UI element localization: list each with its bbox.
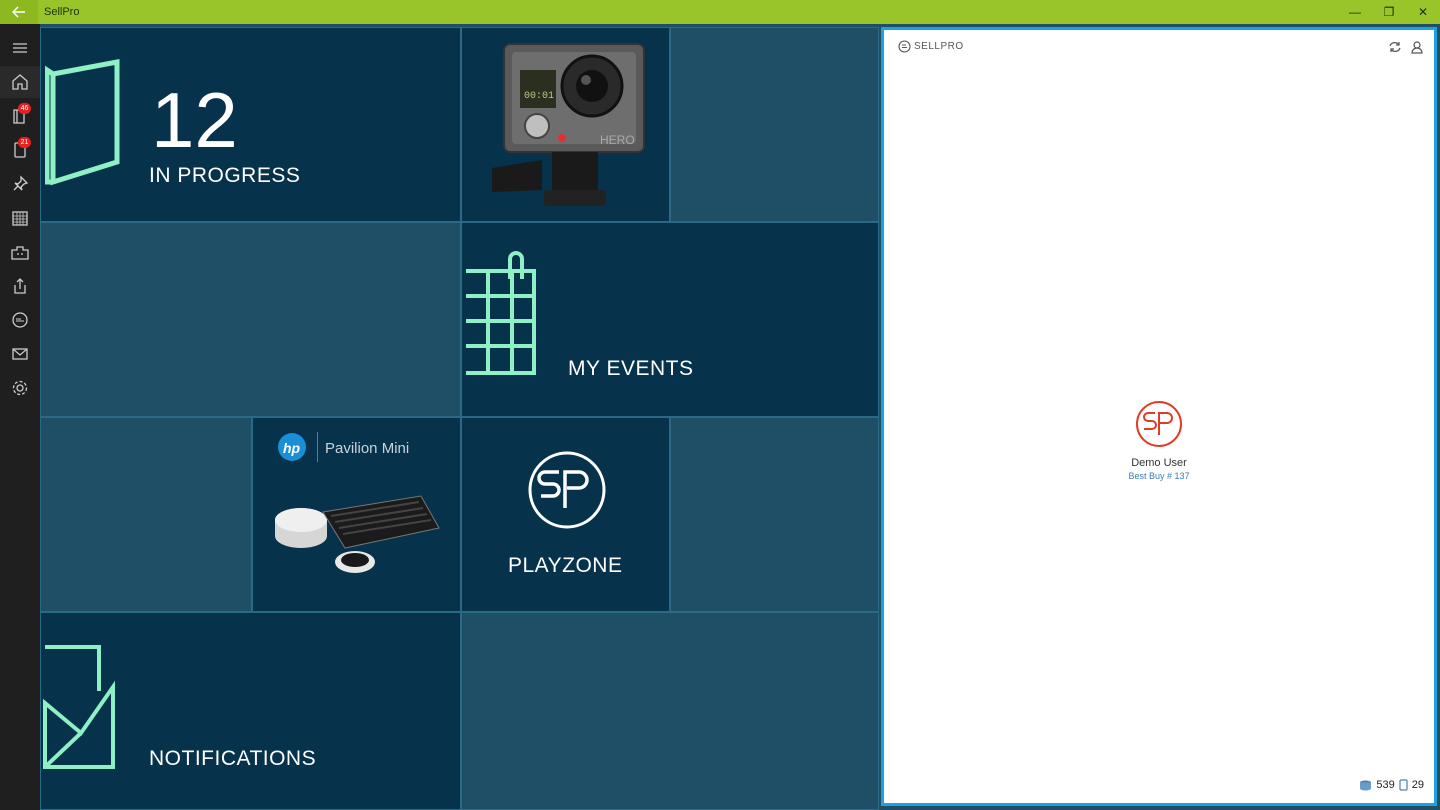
gear-icon bbox=[12, 380, 28, 396]
sidebar-item-store[interactable] bbox=[0, 236, 40, 268]
camera-screen-text: 00:01 bbox=[524, 91, 554, 102]
camera-brand-text: HERO bbox=[600, 133, 635, 147]
mini-pc-image bbox=[275, 495, 440, 573]
sidebar-item-share[interactable] bbox=[0, 270, 40, 302]
tile-hp-product[interactable]: hp Pavilion Mini bbox=[252, 417, 461, 612]
tile-notifications[interactable]: NOTIFICATIONS bbox=[40, 612, 461, 810]
sidebar-item-pinned[interactable] bbox=[0, 168, 40, 200]
devices-badge: 21 bbox=[18, 137, 31, 148]
tile-empty-5 bbox=[461, 612, 879, 810]
back-arrow-icon bbox=[12, 6, 25, 18]
hp-product-name: Pavilion Mini bbox=[325, 440, 410, 457]
pin-icon bbox=[13, 175, 29, 191]
user-store: Best Buy # 137 bbox=[1128, 471, 1190, 481]
sync-icon[interactable] bbox=[1388, 40, 1402, 54]
sidebar-item-sellpro[interactable] bbox=[0, 304, 40, 336]
title-bar: SellPro — ❐ ✕ bbox=[0, 0, 1440, 24]
sidebar-item-mail[interactable] bbox=[0, 338, 40, 370]
tile-empty-3 bbox=[40, 417, 252, 612]
database-icon bbox=[1360, 780, 1372, 790]
sellpro-small-icon bbox=[898, 40, 911, 53]
notifications-label: NOTIFICATIONS bbox=[149, 747, 317, 770]
sidebar: 46 21 bbox=[0, 24, 40, 810]
in-progress-count: 12 bbox=[151, 76, 238, 164]
user-name: Demo User bbox=[1131, 457, 1187, 469]
playzone-label: PLAYZONE bbox=[508, 554, 623, 577]
tile-camera-product[interactable]: 00:01 HERO bbox=[461, 27, 670, 222]
stats-bar: 539 29 bbox=[1359, 779, 1424, 791]
user-block[interactable]: Demo User Best Buy # 137 bbox=[884, 400, 1434, 481]
panel-logo-text: SELLPRO bbox=[914, 41, 964, 52]
hamburger-icon bbox=[13, 43, 27, 53]
store-icon bbox=[11, 246, 29, 260]
tile-playzone[interactable]: PLAYZONE bbox=[461, 417, 670, 612]
tile-empty-1 bbox=[670, 27, 879, 222]
sidebar-item-home[interactable] bbox=[0, 66, 40, 98]
profile-panel: SELLPRO Demo User Best Buy # 137 539 29 bbox=[881, 27, 1437, 806]
calendar-icon bbox=[466, 251, 536, 375]
user-icon[interactable] bbox=[1410, 40, 1424, 54]
library-badge: 46 bbox=[18, 103, 31, 114]
tile-in-progress[interactable]: 12 IN PROGRESS bbox=[40, 27, 461, 222]
close-button[interactable]: ✕ bbox=[1406, 0, 1440, 24]
sidebar-item-settings[interactable] bbox=[0, 372, 40, 404]
sidebar-item-calendar[interactable] bbox=[0, 202, 40, 234]
calendar-icon bbox=[12, 211, 28, 226]
stats-items-count: 539 bbox=[1376, 779, 1395, 791]
share-icon bbox=[14, 278, 26, 294]
in-progress-label: IN PROGRESS bbox=[149, 164, 301, 187]
sidebar-item-library[interactable]: 46 bbox=[0, 100, 40, 132]
hp-logo-text: hp bbox=[283, 440, 301, 456]
menu-button[interactable] bbox=[0, 32, 40, 64]
mail-icon bbox=[12, 348, 28, 360]
sidebar-item-devices[interactable]: 21 bbox=[0, 134, 40, 166]
sellpro-icon bbox=[12, 312, 28, 328]
restore-button[interactable]: ❐ bbox=[1372, 0, 1406, 24]
tile-empty-4 bbox=[670, 417, 879, 612]
book-icon bbox=[45, 58, 120, 186]
home-icon bbox=[12, 74, 28, 90]
hp-logo-icon: hp bbox=[278, 433, 306, 461]
tile-my-events[interactable]: MY EVENTS bbox=[461, 222, 879, 417]
envelope-icon bbox=[43, 645, 115, 769]
tile-empty-2 bbox=[40, 222, 461, 417]
tablet-icon bbox=[1399, 779, 1408, 791]
sellpro-logo-icon bbox=[528, 451, 606, 529]
back-button[interactable] bbox=[0, 0, 38, 24]
panel-logo: SELLPRO bbox=[898, 40, 964, 53]
app-title: SellPro bbox=[44, 6, 80, 18]
stats-devices-count: 29 bbox=[1411, 779, 1424, 791]
my-events-label: MY EVENTS bbox=[568, 357, 694, 380]
action-camera-image: 00:01 HERO bbox=[492, 43, 645, 206]
minimize-button[interactable]: — bbox=[1338, 0, 1372, 24]
avatar bbox=[1136, 401, 1182, 447]
